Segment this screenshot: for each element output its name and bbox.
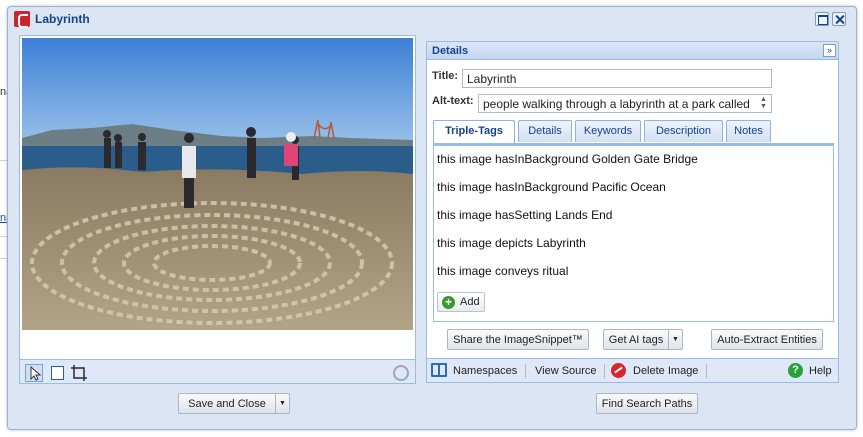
view-source-link[interactable]: View Source — [535, 365, 597, 377]
image-toolbar — [20, 359, 415, 383]
get-ai-tags-button[interactable]: Get AI tags ▼ — [603, 329, 683, 350]
divider — [525, 364, 526, 378]
image-editor-window: Labyrinth Details » Title: Labyrinth Alt… — [7, 6, 857, 430]
tab-keywords[interactable]: Keywords — [575, 120, 641, 142]
tab-triple-tags[interactable]: Triple-Tags — [433, 120, 515, 143]
get-ai-tags-label: Get AI tags — [608, 334, 664, 346]
list-item[interactable]: this image conveys ritual — [437, 264, 568, 278]
save-and-close-label: Save and Close — [188, 398, 266, 410]
alt-text-label: Alt-text: — [432, 95, 474, 107]
book-icon — [431, 363, 447, 377]
tab-description[interactable]: Description — [644, 120, 723, 142]
help-link[interactable]: Help — [809, 365, 832, 377]
list-item[interactable]: this image hasSetting Lands End — [437, 208, 612, 222]
details-footer: Namespaces View Source Delete Image ? He… — [427, 358, 838, 382]
title-label: Title: — [432, 70, 459, 82]
divider — [604, 364, 605, 378]
add-icon: + — [442, 296, 455, 309]
maximize-icon[interactable] — [815, 12, 829, 26]
window-titlebar[interactable]: Labyrinth — [8, 7, 856, 31]
auto-extract-entities-button[interactable]: Auto-Extract Entities — [711, 329, 823, 350]
tab-notes[interactable]: Notes — [726, 120, 771, 142]
delete-icon — [611, 363, 626, 378]
triple-tags-list: this image hasInBackground Golden Gate B… — [433, 146, 834, 322]
save-and-close-button[interactable]: Save and Close ▼ — [178, 393, 290, 414]
help-circle-icon[interactable] — [393, 365, 409, 381]
add-tag-button[interactable]: + Add — [437, 292, 485, 312]
chevron-down-icon[interactable]: ▼ — [668, 330, 682, 349]
add-label: Add — [460, 296, 480, 308]
divider — [706, 364, 707, 378]
app-logo-icon — [14, 11, 30, 28]
help-icon: ? — [788, 363, 803, 378]
list-item[interactable]: this image hasInBackground Pacific Ocean — [437, 180, 666, 194]
labyrinth-photo — [22, 38, 413, 330]
image-panel — [19, 35, 416, 384]
tab-details[interactable]: Details — [518, 120, 572, 142]
details-title: Details — [432, 45, 469, 57]
window-title: Labyrinth — [35, 12, 90, 26]
crop-tool-icon[interactable] — [70, 364, 88, 382]
spinner-icon[interactable]: ▲ ▼ — [760, 96, 769, 110]
details-panel: Details » Title: Labyrinth Alt-text: peo… — [426, 41, 839, 383]
pointer-tool-icon[interactable] — [25, 364, 43, 382]
close-icon[interactable] — [832, 12, 846, 26]
details-header: Details » — [427, 42, 838, 60]
find-search-paths-button[interactable]: Find Search Paths — [596, 393, 698, 414]
list-item[interactable]: this image hasInBackground Golden Gate B… — [437, 152, 698, 166]
share-imagesnippet-button[interactable]: Share the ImageSnippet™ — [447, 329, 589, 350]
delete-image-link[interactable]: Delete Image — [633, 365, 698, 377]
title-field[interactable]: Labyrinth — [462, 69, 772, 88]
list-item[interactable]: this image depicts Labyrinth — [437, 236, 586, 250]
alt-text-field[interactable]: people walking through a labyrinth at a … — [478, 94, 772, 113]
namespaces-link[interactable]: Namespaces — [453, 365, 517, 377]
alt-text-value: people walking through a labyrinth at a … — [483, 97, 750, 111]
collapse-icon[interactable]: » — [823, 44, 836, 57]
chevron-down-icon[interactable]: ▼ — [275, 394, 289, 413]
rectangle-tool-icon[interactable] — [48, 364, 66, 382]
